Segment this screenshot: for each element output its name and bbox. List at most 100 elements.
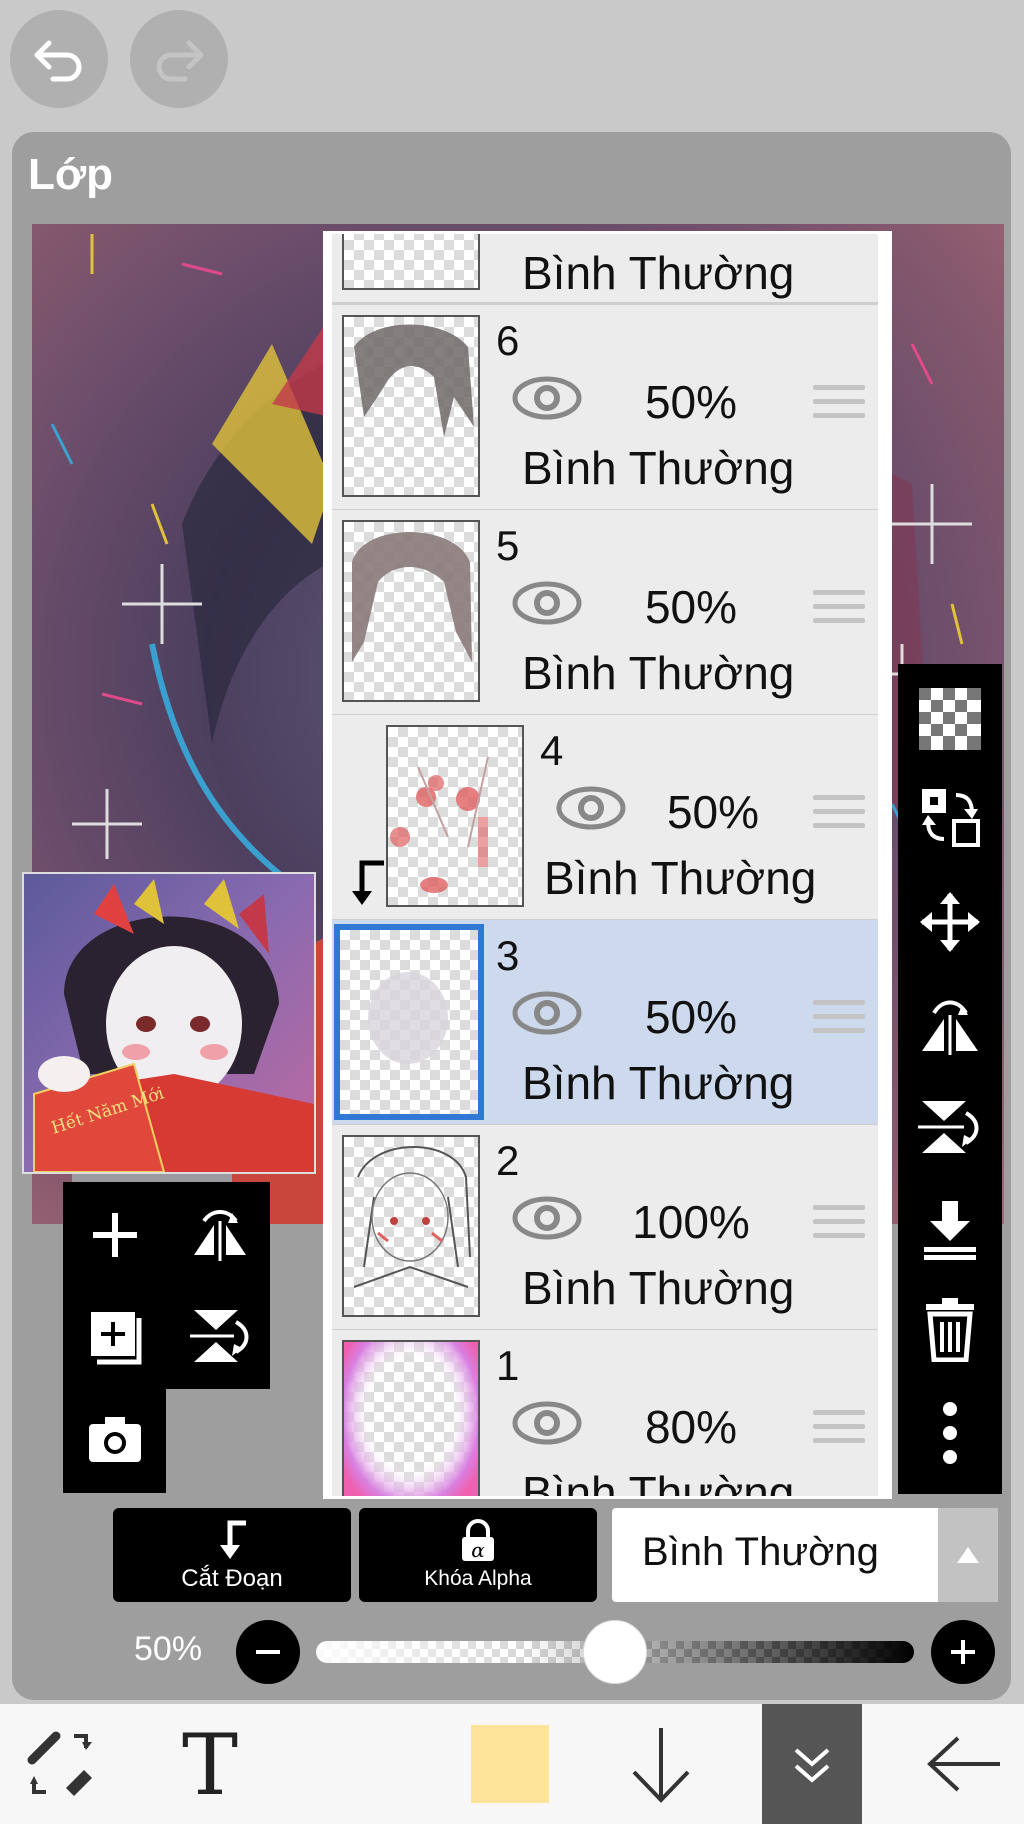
drag-handle-icon[interactable] (813, 385, 865, 427)
drag-handle-icon[interactable] (813, 1410, 865, 1452)
collapse-icon (794, 1748, 830, 1783)
move-icon (920, 892, 980, 952)
layer-number: 2 (496, 1137, 520, 1184)
layer-mode: Bình Thường (522, 442, 795, 494)
layer-number: 6 (496, 317, 520, 364)
opacity-label: 50% (134, 1630, 203, 1668)
svg-text:α: α (471, 1538, 485, 1562)
bottom-toolbar: T (0, 1704, 1024, 1824)
visibility-eye-icon[interactable] (512, 375, 582, 421)
redo-icon (156, 40, 204, 82)
alpha-lock-label: Khóa Alpha (424, 1567, 532, 1590)
layer-number: 3 (496, 932, 520, 979)
flip-horizontal-button[interactable] (915, 990, 985, 1060)
layer-row-1[interactable]: 1 80% Bình Thường (332, 1330, 878, 1496)
layer-mode: Bình Thường (522, 1057, 795, 1109)
layer-row-4[interactable]: 4 50% Bình Thường (332, 715, 878, 922)
layer-opacity: 50% (644, 991, 738, 1043)
svg-text:T: T (182, 1728, 238, 1800)
blend-mode-value: Bình Thường (642, 1530, 879, 1574)
layer-number: 5 (496, 522, 520, 569)
drag-handle-icon[interactable] (813, 590, 865, 632)
artwork-thumbnail[interactable]: Hết Năm Mới (22, 872, 316, 1174)
more-button[interactable] (915, 1398, 985, 1468)
text-tool-button[interactable]: T (160, 1704, 260, 1824)
alpha-lock-icon: α (462, 1519, 494, 1562)
layer-mode: Bình Thường (522, 247, 795, 299)
visibility-eye-icon[interactable] (512, 580, 582, 626)
layer-thumbnail (342, 234, 480, 290)
layer-thumbnail (342, 520, 480, 702)
add-layer-icon (93, 1213, 137, 1257)
text-icon: T (182, 1728, 238, 1800)
clip-label: Cắt Đoạn (181, 1565, 283, 1592)
camera-icon (89, 1417, 141, 1462)
clip-button[interactable]: Cắt Đoạn (113, 1508, 351, 1602)
down-arrow-icon (632, 1728, 690, 1803)
visibility-eye-icon[interactable] (512, 990, 582, 1036)
swap-layer-icon (922, 789, 980, 847)
layer-number: 4 (540, 727, 564, 774)
layer-list[interactable]: Bình Thường 6 50% Bình Thường 5 50% Bình… (323, 231, 892, 1499)
layer-opacity: 100% (632, 1196, 750, 1248)
visibility-eye-icon[interactable] (512, 1195, 582, 1241)
visibility-eye-icon[interactable] (512, 1400, 582, 1446)
layer-row-7[interactable]: Bình Thường (332, 234, 878, 305)
color-swatch (471, 1725, 549, 1803)
back-arrow-icon (927, 1736, 1000, 1792)
drag-handle-icon[interactable] (813, 1205, 865, 1247)
clip-arrow-icon (220, 1520, 246, 1559)
alpha-lock-button[interactable]: α Khóa Alpha (359, 1508, 597, 1602)
brush-eraser-button[interactable] (10, 1704, 110, 1824)
layer-row-5[interactable]: 5 50% Bình Thường (332, 510, 878, 717)
blend-mode-toggle[interactable] (938, 1508, 998, 1602)
down-arrow-button[interactable] (620, 1704, 702, 1824)
delete-layer-button[interactable] (915, 1294, 985, 1364)
layer-row-3[interactable]: 3 50% Bình Thường (332, 920, 878, 1127)
redo-button[interactable] (130, 10, 228, 108)
more-icon (943, 1402, 957, 1464)
flip-horizontal-icon (922, 1000, 978, 1055)
swap-layer-button[interactable] (915, 782, 985, 852)
add-layer-button[interactable] (85, 1205, 145, 1265)
layer-opacity: 50% (644, 581, 738, 633)
visibility-eye-icon[interactable] (556, 785, 626, 831)
triangle-up-icon (957, 1547, 979, 1563)
brush-eraser-icon (27, 1731, 92, 1796)
drag-handle-icon[interactable] (813, 1000, 865, 1042)
drag-handle-icon[interactable] (813, 795, 865, 837)
layer-opacity: 50% (644, 376, 738, 428)
flip-horizontal-icon (194, 1210, 246, 1261)
blend-mode-select[interactable]: Bình Thường (612, 1508, 998, 1602)
flip-vertical-button[interactable] (188, 1304, 252, 1368)
camera-button[interactable] (85, 1412, 145, 1468)
opacity-increase-button[interactable] (931, 1620, 995, 1684)
move-button[interactable] (915, 887, 985, 957)
right-toolbar (898, 664, 1002, 1494)
layer-mode: Bình Thường (522, 647, 795, 699)
layer-thumbnail (386, 725, 524, 907)
flip-vertical-icon (918, 1101, 979, 1153)
collapse-panel-button[interactable] (762, 1704, 862, 1824)
clip-arrow-icon (352, 860, 384, 905)
layer-opacity: 50% (666, 786, 760, 838)
flip-vertical-icon (190, 1310, 249, 1362)
layer-number: 1 (496, 1342, 520, 1389)
flip-horizontal-button[interactable] (188, 1203, 252, 1267)
layer-row-6[interactable]: 6 50% Bình Thường (332, 305, 878, 512)
minus-icon (256, 1650, 280, 1654)
flip-vertical-button[interactable] (915, 1092, 985, 1162)
transparent-fill-button[interactable] (915, 684, 985, 754)
color-swatch-button[interactable] (470, 1704, 550, 1824)
checker-icon (919, 688, 981, 750)
opacity-decrease-button[interactable] (236, 1620, 300, 1684)
layer-thumbnail (342, 315, 480, 497)
layer-row-2[interactable]: 2 100% Bình Thường (332, 1125, 878, 1332)
plus-icon (951, 1640, 975, 1664)
undo-button[interactable] (10, 10, 108, 108)
back-button[interactable] (914, 1704, 1014, 1824)
merge-down-button[interactable] (915, 1194, 985, 1264)
opacity-slider-thumb[interactable] (583, 1620, 647, 1684)
layer-thumbnail (342, 1135, 480, 1317)
add-copy-button[interactable] (85, 1306, 147, 1368)
